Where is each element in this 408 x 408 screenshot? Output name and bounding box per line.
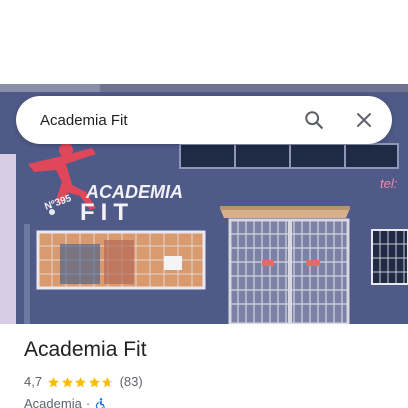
search-button[interactable]: [292, 98, 336, 142]
star-icon: [48, 376, 59, 387]
category-row: Academia ·: [24, 395, 394, 408]
review-count[interactable]: (83): [120, 373, 143, 391]
rating-stars: [47, 376, 115, 389]
separator: ·: [85, 396, 91, 408]
star-icon: [102, 376, 113, 387]
wheelchair-accessible-icon: [96, 398, 105, 408]
close-icon: [357, 113, 371, 127]
search-icon: [305, 111, 323, 129]
place-title: Academia Fit: [24, 338, 147, 361]
search-bar: [16, 96, 392, 144]
clear-search-button[interactable]: [342, 98, 386, 142]
facade-sign-line2: FIT: [80, 199, 134, 226]
rating-value: 4,7: [24, 374, 43, 389]
star-icon: [88, 376, 100, 387]
rating-row[interactable]: 4,7 (83): [24, 373, 394, 391]
search-input[interactable]: [16, 96, 292, 144]
place-category[interactable]: Academia: [24, 395, 82, 408]
place-info: Academia Fit 4,7 (83) Academia ·: [24, 336, 394, 408]
facade-phone: tel:: [380, 176, 398, 191]
star-icon: [61, 376, 73, 387]
star-icon: [75, 376, 86, 387]
place-panel: ACADEMIA FIT Nº395 tel: Academia Fit Aca…: [0, 0, 408, 408]
